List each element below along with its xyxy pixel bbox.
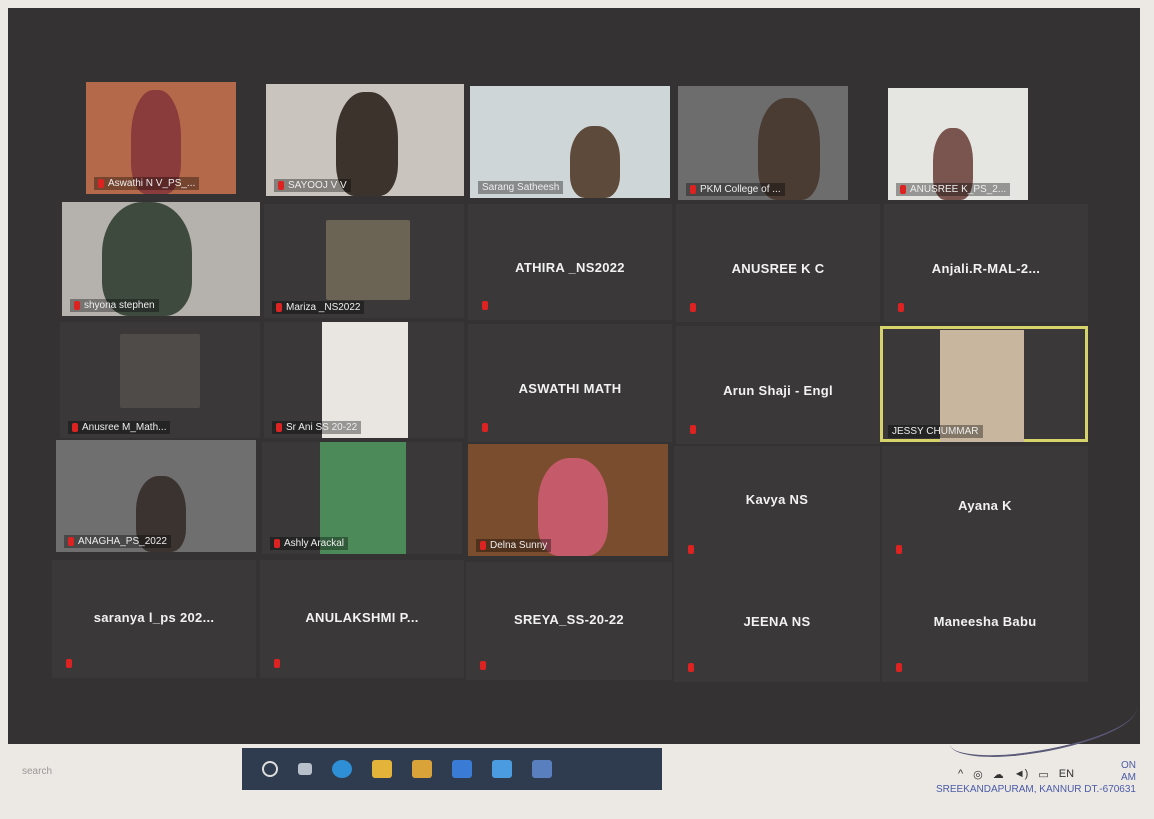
participant-label: Sarang Satheesh [478,181,564,194]
muted-mic-icon [66,659,72,668]
participant-tile[interactable]: Anusree M_Math... [60,322,260,438]
participant-tile[interactable]: Sarang Satheesh [470,86,670,198]
participant-label: Delna Sunny [476,539,552,552]
participant-name: Arun Shaji - Engl [723,382,833,398]
muted-mic-icon [480,541,486,550]
participant-tile[interactable]: Kavya NS [674,446,880,564]
muted-mic-icon [688,545,694,554]
participant-tile[interactable]: ANUSREE K C [676,204,880,322]
muted-mic-icon [690,425,696,434]
taskbar [242,748,662,790]
participant-tile[interactable]: Aswathi N V_PS_... [86,82,236,194]
participant-name: Anjali.R-MAL-2... [931,260,1041,276]
participant-name: SREYA_SS-20-22 [514,612,624,627]
participant-name: saranya l_ps 202... [93,610,215,625]
participant-tile[interactable]: Sr Ani SS 20-22 [264,322,464,438]
participant-label: ANAGHA_PS_2022 [64,535,171,548]
task-view-icon[interactable] [298,763,312,775]
stamp: ON AM SREEKANDAPURAM, KANNUR DT.-670631 [935,760,1136,795]
participant-tile[interactable]: ANULAKSHMI P... [260,560,464,678]
participant-label: Sr Ani SS 20-22 [272,421,362,434]
active-speaker-tile[interactable]: JESSY CHUMMAR [880,326,1088,442]
participant-label: shyona stephen [70,299,159,312]
muted-mic-icon [74,301,80,310]
participant-label: Anusree M_Math... [68,421,171,434]
participant-tile[interactable]: ASWATHI MATH [468,324,672,442]
muted-mic-icon [480,661,486,670]
participant-label: Ashly Arackal [270,537,349,550]
participant-tile[interactable]: ANUSREE K_PS_2... [888,88,1028,200]
participant-tile[interactable]: Ayana K [882,446,1088,564]
muted-mic-icon [896,663,902,672]
participant-name: ASWATHI MATH [518,380,622,396]
participant-tile[interactable]: shyona stephen [62,202,260,316]
participant-video [326,220,410,300]
participant-tile[interactable]: Arun Shaji - Engl [676,326,880,444]
muted-mic-icon [482,301,488,310]
participant-tile[interactable]: saranya l_ps 202... [52,560,256,678]
participant-name: Maneesha Babu [933,614,1037,629]
muted-mic-icon [278,181,284,190]
edge-browser-icon[interactable] [332,760,352,778]
participant-name: JEENA NS [743,614,811,629]
muted-mic-icon [898,303,904,312]
muted-mic-icon [900,185,906,194]
participant-name: ANULAKSHMI P... [305,610,419,625]
participant-video [570,126,620,198]
muted-mic-icon [274,659,280,668]
participant-tile[interactable]: Mariza _NS2022 [264,204,464,318]
muted-mic-icon [482,423,488,432]
muted-mic-icon [690,303,696,312]
muted-mic-icon [276,303,282,312]
muted-mic-icon [274,539,280,548]
muted-mic-icon [690,185,696,194]
participant-tile[interactable]: JEENA NS [674,564,880,682]
participant-tile[interactable]: Ashly Arackal [262,442,462,554]
participant-tile[interactable]: SREYA_SS-20-22 [466,562,672,680]
zoom-meeting-window: Aswathi N V_PS_... SAYOOJ V V Sarang Sat… [8,8,1140,744]
search-circle-icon[interactable] [262,761,278,777]
participant-tile[interactable]: Maneesha Babu [882,564,1088,682]
participant-tile[interactable]: SAYOOJ V V [266,84,464,196]
muted-mic-icon [276,423,282,432]
participant-name: Kavya NS [745,492,809,507]
muted-mic-icon [98,179,104,188]
participant-name: ATHIRA _NS2022 [515,259,625,275]
participant-tile[interactable]: ATHIRA _NS2022 [468,204,672,320]
participant-label: JESSY CHUMMAR [888,425,983,438]
muted-mic-icon [72,423,78,432]
photos-icon[interactable] [492,760,512,778]
participant-label: ANUSREE K_PS_2... [896,183,1011,196]
participant-tile[interactable]: Delna Sunny [468,444,668,556]
participant-tile[interactable]: ANAGHA_PS_2022 [56,440,256,552]
participant-tile[interactable]: Anjali.R-MAL-2... [884,204,1088,322]
muted-mic-icon [688,663,694,672]
mail-icon[interactable] [452,760,472,778]
file-explorer-icon[interactable] [372,760,392,778]
participant-label: PKM College of ... [686,183,785,196]
participant-label: Aswathi N V_PS_... [94,177,200,190]
taskbar-search-text[interactable]: search [22,766,52,777]
participant-label: SAYOOJ V V [274,179,351,192]
store-icon[interactable] [412,760,432,778]
zoom-icon[interactable] [532,760,552,778]
participant-name: ANUSREE K C [731,260,825,276]
participant-tile[interactable]: PKM College of ... [678,86,848,200]
muted-mic-icon [68,537,74,546]
participant-label: Mariza _NS2022 [272,301,365,314]
participant-video [120,334,200,408]
muted-mic-icon [896,545,902,554]
participant-name: Ayana K [958,498,1012,513]
